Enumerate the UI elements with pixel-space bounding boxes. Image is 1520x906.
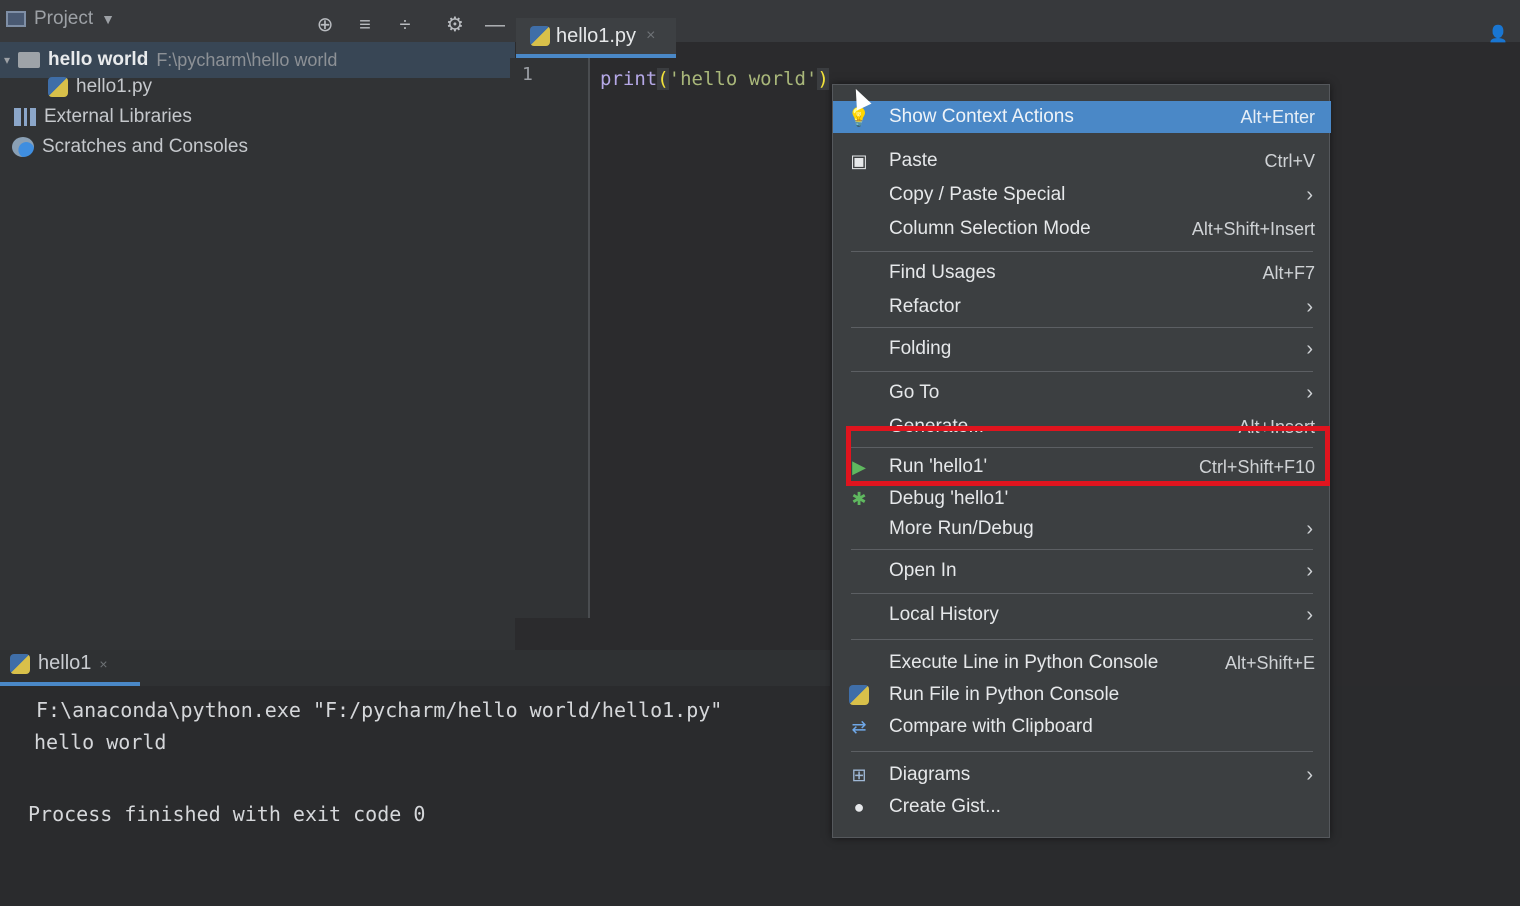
menu-item-column-selection-mode[interactable]: Column Selection Mode Alt+Shift+Insert [833,213,1331,245]
menu-separator [851,371,1313,372]
tree-item-external-libraries[interactable]: External Libraries [14,102,192,132]
debug-icon: ✱ [851,488,867,509]
chevron-right-icon: › [1306,763,1313,786]
code-paren: ( [657,68,669,90]
menu-item-show-context-actions[interactable]: 💡 Show Context Actions Alt+Enter [833,101,1331,133]
tree-item-scratches[interactable]: Scratches and Consoles [12,132,248,162]
line-number: 1 [522,64,533,85]
gear-icon[interactable]: ⚙ [444,14,466,36]
tab-label: hello1 [38,652,92,674]
tree-item-label: Scratches and Consoles [42,136,248,157]
code-editor[interactable] [592,58,842,618]
menu-item-generate[interactable]: Generate... Alt+Insert [833,411,1331,443]
project-view-selector[interactable]: Project ▼ [6,8,115,30]
project-label: Project [34,8,94,29]
menu-item-paste[interactable]: ▣ Paste Ctrl+V [833,145,1331,177]
chevron-down-icon[interactable]: ▾ [4,53,10,67]
locate-icon[interactable]: ⊕ [314,14,336,36]
project-tree: ▾ hello world F:\pycharm\hello world hel… [0,42,515,652]
menu-item-local-history[interactable]: Local History › [833,599,1331,631]
menu-item-folding[interactable]: Folding › [833,333,1331,365]
compare-icon: ⇄ [851,716,867,737]
code-keyword: print [600,68,658,90]
console-line: F:\anaconda\python.exe "F:/pycharm/hello… [36,698,723,722]
tree-item-label: hello world [48,49,149,70]
tab-label: hello1.py [556,24,637,47]
expand-all-icon[interactable]: ≡ [354,14,376,36]
paste-icon: ▣ [850,150,868,171]
menu-item-open-in[interactable]: Open In › [833,555,1331,587]
menu-separator [851,447,1313,448]
user-icon[interactable]: 👤 [1488,24,1510,43]
chevron-right-icon: › [1306,337,1313,360]
menu-item-go-to[interactable]: Go To › [833,377,1331,409]
project-icon [6,11,26,27]
menu-separator [851,593,1313,594]
chevron-right-icon: › [1306,183,1313,206]
menu-item-more-run-debug[interactable]: More Run/Debug › [833,513,1331,545]
code-line[interactable]: print('hello world') [600,68,829,90]
menu-item-diagrams[interactable]: ⊞ Diagrams › [833,759,1331,791]
menu-item-debug-hello1[interactable]: ✱ Debug 'hello1' [833,483,1331,515]
close-icon[interactable]: × [646,27,655,45]
menu-item-compare-with-clipboard[interactable]: ⇄ Compare with Clipboard [833,711,1331,743]
top-toolbar: Project ▼ ⊕ ≡ ÷ ⚙ — 👤 [0,0,1520,43]
menu-separator [851,549,1313,550]
menu-separator [851,639,1313,640]
chevron-right-icon: › [1306,295,1313,318]
menu-item-copy-paste-special[interactable]: Copy / Paste Special › [833,179,1331,211]
menu-separator [851,327,1313,328]
chevron-down-icon: ▼ [101,11,115,27]
python-icon [10,653,30,674]
chevron-right-icon: › [1306,517,1313,540]
chevron-right-icon: › [1306,559,1313,582]
tab-run-hello1[interactable]: hello1 × [10,652,108,675]
collapse-all-icon[interactable]: ÷ [394,14,416,36]
menu-item-run-hello1[interactable]: ▶ Run 'hello1' Ctrl+Shift+F10 [833,451,1331,483]
tree-item-label: hello1.py [76,76,153,97]
tab-hello1-py[interactable]: hello1.py × [516,18,676,58]
close-icon[interactable]: × [99,656,107,672]
python-file-icon [48,77,68,97]
menu-separator [851,251,1313,252]
tree-item-hello1-py[interactable]: hello1.py [48,72,152,102]
diagrams-icon: ⊞ [851,764,867,785]
tree-item-path: F:\pycharm\hello world [156,49,338,70]
menu-item-create-gist[interactable]: ● Create Gist... [833,791,1331,823]
code-paren: ) [817,68,829,90]
folder-icon [18,52,41,68]
chevron-right-icon: › [1306,381,1313,404]
scratches-icon [12,137,34,157]
context-menu: 💡 Show Context Actions Alt+Enter ▣ Paste… [832,84,1331,838]
tree-item-label: External Libraries [44,106,192,127]
run-icon: ▶ [852,456,866,477]
menu-separator [851,751,1313,752]
console-line: Process finished with exit code 0 [28,802,426,826]
code-string: 'hello world' [668,68,818,90]
python-console-icon [847,683,871,707]
menu-item-find-usages[interactable]: Find Usages Alt+F7 [833,257,1331,289]
menu-item-execute-line-python-console[interactable]: Execute Line in Python Console Alt+Shift… [833,647,1331,679]
library-icon [14,108,36,126]
editor-gutter [510,58,590,618]
python-file-icon [530,26,550,46]
menu-item-refactor[interactable]: Refactor › [833,291,1331,323]
console-line: hello world [34,730,167,754]
github-icon: ● [853,796,865,817]
minimize-icon[interactable]: — [484,14,506,36]
chevron-right-icon: › [1306,603,1313,626]
run-tool-window-tabs [0,650,830,686]
menu-item-run-file-python-console[interactable]: Run File in Python Console [833,679,1331,711]
